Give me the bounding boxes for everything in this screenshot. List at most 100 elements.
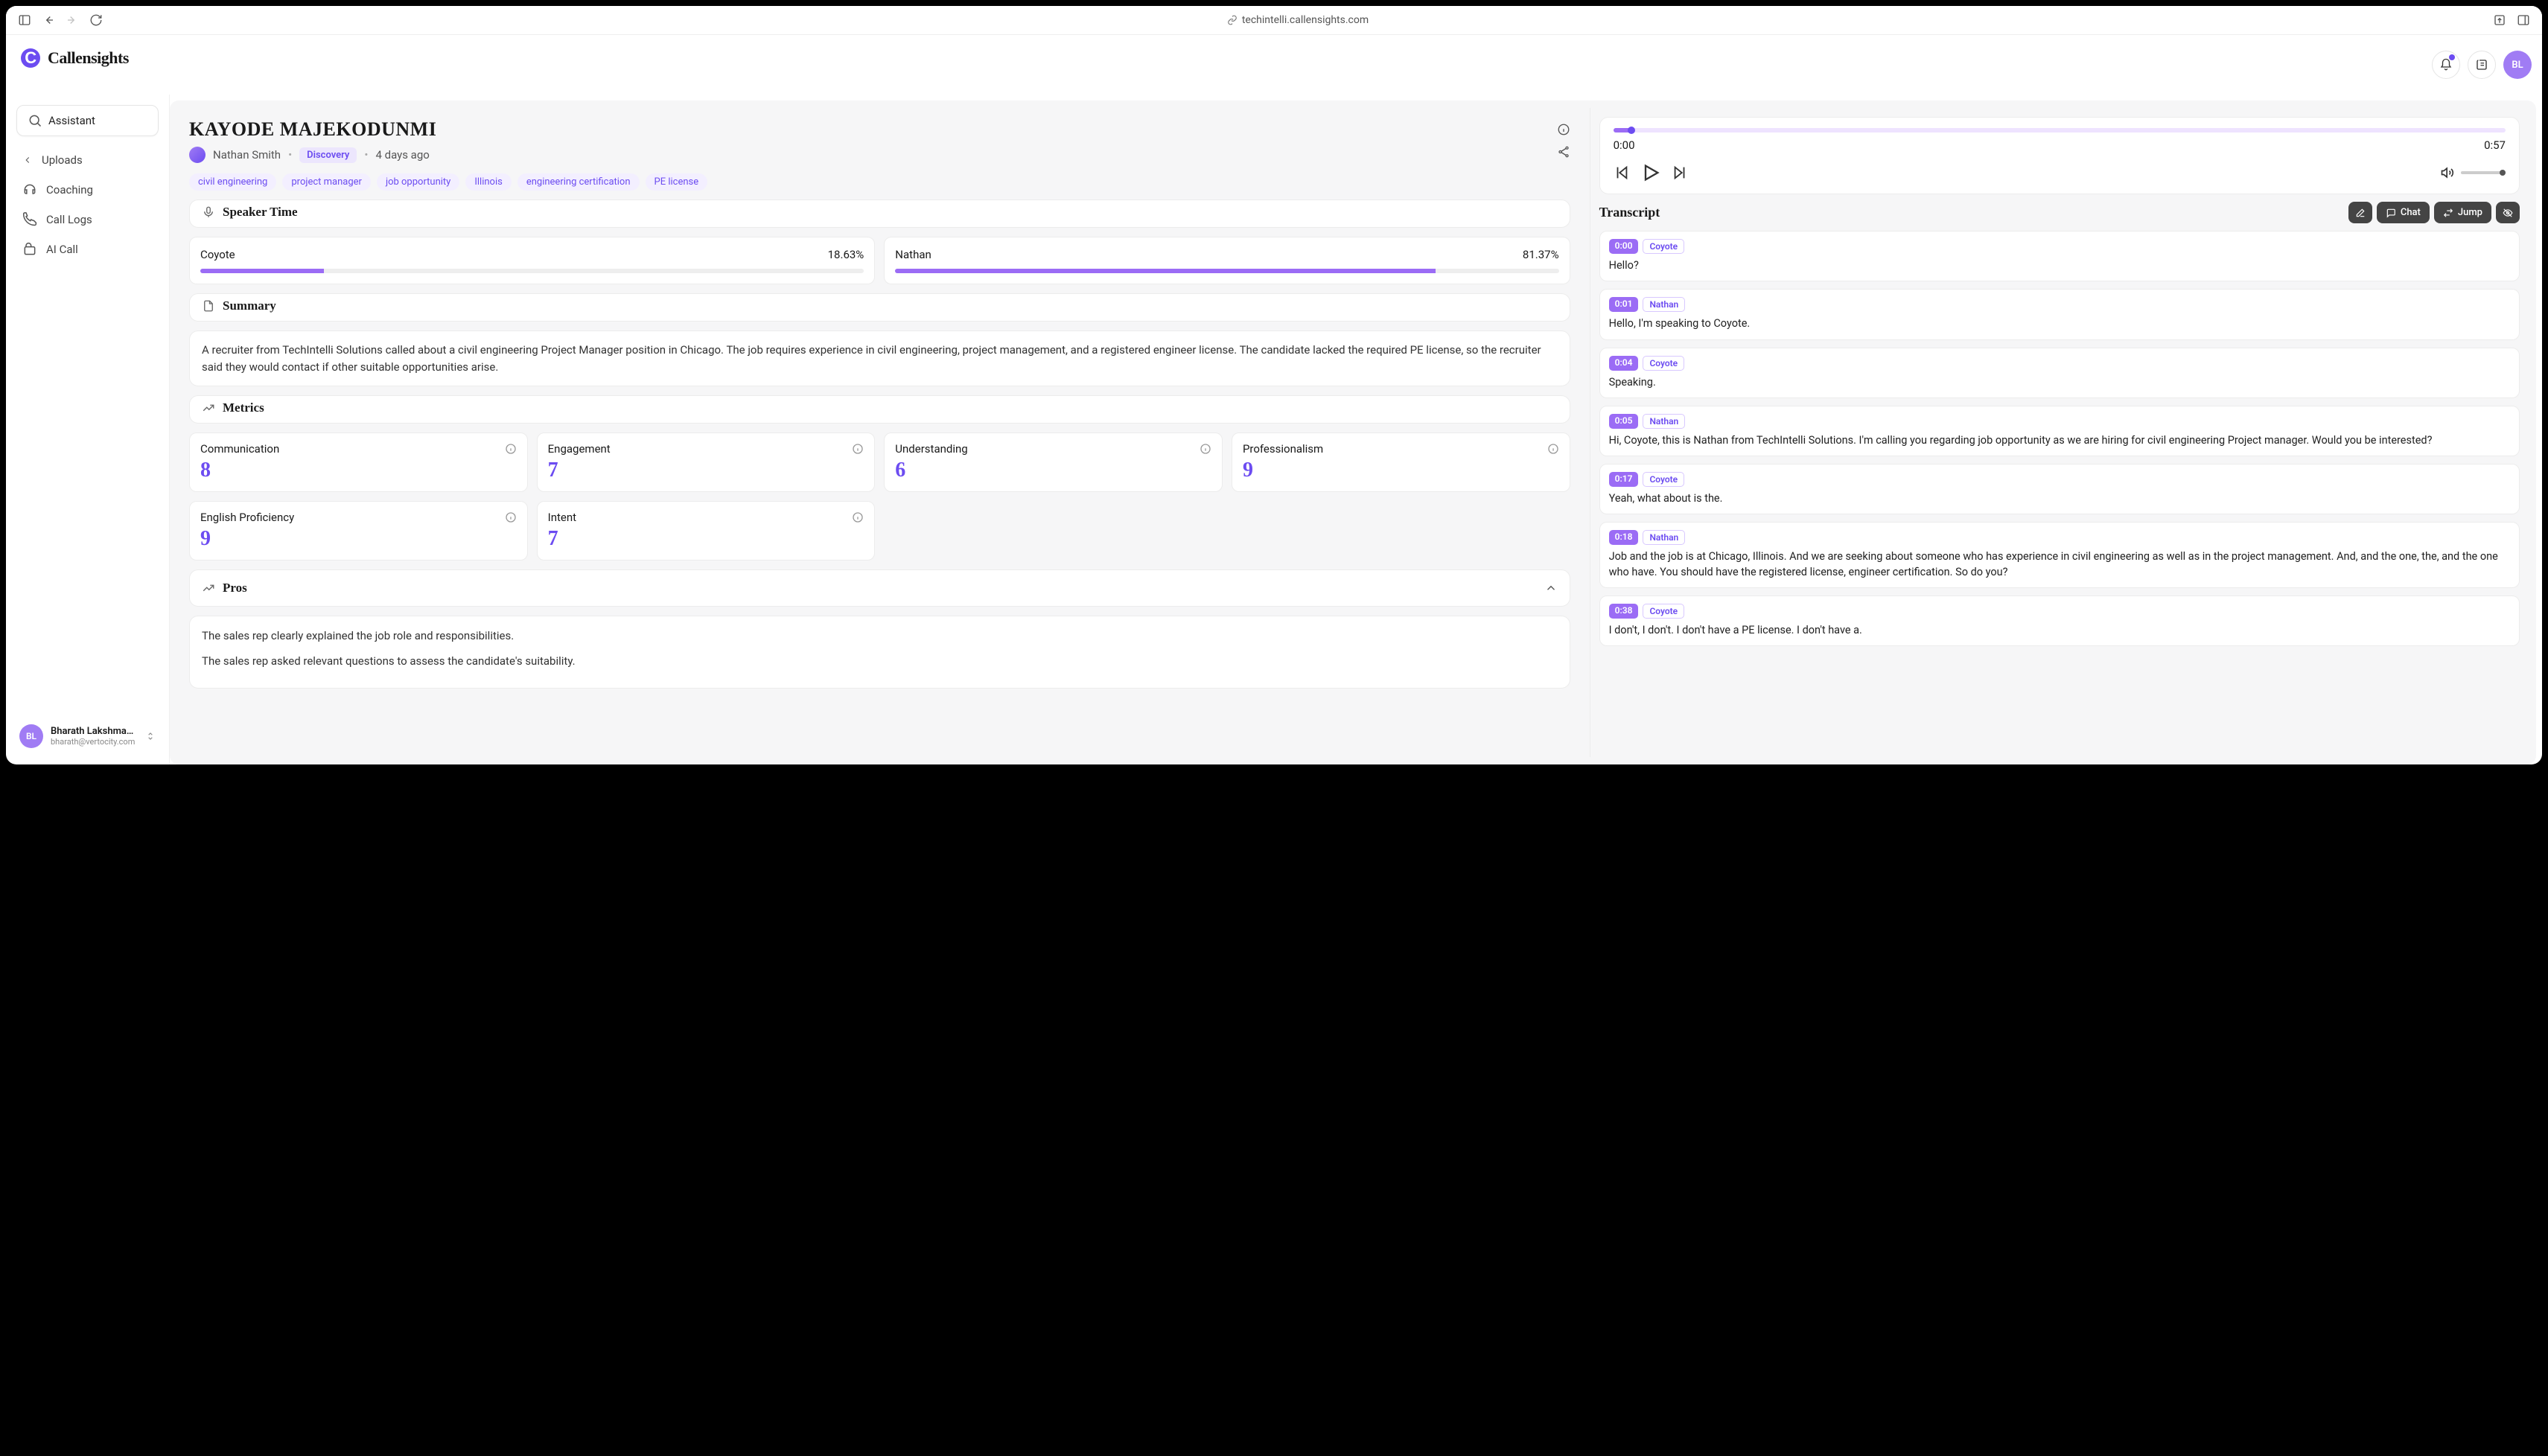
reload-icon[interactable] <box>89 13 103 27</box>
jump-button[interactable]: Jump <box>2434 202 2491 223</box>
transcript-time: 0:04 <box>1609 356 1639 371</box>
transcript-speaker: Coyote <box>1643 356 1684 371</box>
share-call-icon[interactable] <box>1557 145 1570 159</box>
prev-track-icon[interactable] <box>1614 165 1630 181</box>
sidebar-item-coaching[interactable]: Coaching <box>16 175 159 205</box>
speaker-card: Nathan 81.37% <box>884 237 1570 284</box>
metric-label: Communication <box>200 442 279 456</box>
info-icon[interactable] <box>1547 443 1559 455</box>
sidebar-item-call-logs[interactable]: Call Logs <box>16 205 159 234</box>
nav-back-icon[interactable] <box>42 13 55 27</box>
sidebar-back-uploads[interactable]: Uploads <box>16 145 159 175</box>
pro-item: The sales rep asked relevant questions t… <box>202 652 1558 670</box>
sidebar-item-label: Call Logs <box>46 213 92 226</box>
sidebar-item-ai-call[interactable]: AI Call <box>16 234 159 264</box>
pros-heading: Pros <box>223 581 247 596</box>
transcript-text: Job and the job is at Chicago, Illinois.… <box>1609 549 2510 580</box>
call-time: 4 days ago <box>375 148 429 162</box>
metric-label: English Proficiency <box>200 511 294 524</box>
tag[interactable]: civil engineering <box>189 173 276 191</box>
info-icon[interactable] <box>505 443 517 455</box>
assistant-button[interactable]: Assistant <box>16 105 159 136</box>
transcript-entry[interactable]: 0:04 Coyote Speaking. <box>1599 348 2520 398</box>
speaker-bar <box>895 269 1558 273</box>
transcript-speaker: Coyote <box>1643 239 1684 254</box>
play-icon[interactable] <box>1640 162 1661 183</box>
transcript-time: 0:01 <box>1609 297 1639 312</box>
transcript-heading: Transcript <box>1599 205 1660 220</box>
user-menu[interactable]: BL Bharath Lakshman ... bharath@vertocit… <box>16 718 159 754</box>
sidebar-back-label: Uploads <box>42 153 83 167</box>
volume-icon[interactable] <box>2440 165 2455 180</box>
metric-card: Communication 8 <box>189 432 528 492</box>
metric-label: Engagement <box>548 442 611 456</box>
panel-icon[interactable] <box>2517 13 2530 27</box>
brand-name: Callensights <box>48 48 129 68</box>
volume-slider[interactable] <box>2461 171 2506 174</box>
header-avatar[interactable]: BL <box>2503 51 2532 79</box>
tag[interactable]: job opportunity <box>377 173 459 191</box>
audio-player: 0:00 0:57 <box>1599 117 2520 194</box>
metrics-heading: Metrics <box>223 400 264 415</box>
user-email: bharath@vertocity.com <box>51 737 138 747</box>
tag[interactable]: engineering certification <box>517 173 640 191</box>
pros-list: The sales rep clearly explained the job … <box>202 627 1558 670</box>
url-bar[interactable]: techintelli.callensights.com <box>112 14 2484 26</box>
tag[interactable]: Illinois <box>465 173 511 191</box>
info-icon[interactable] <box>1200 443 1211 455</box>
metric-value: 6 <box>895 459 1211 482</box>
hide-transcript-button[interactable] <box>2496 202 2520 223</box>
info-icon[interactable] <box>1557 123 1570 136</box>
rep-avatar <box>189 147 206 163</box>
browser-chrome: techintelli.callensights.com <box>6 6 2542 35</box>
edit-transcript-button[interactable] <box>2348 202 2372 223</box>
metric-value: 9 <box>1243 459 1559 482</box>
transcript-entry[interactable]: 0:18 Nathan Job and the job is at Chicag… <box>1599 522 2520 588</box>
notifications-button[interactable] <box>2432 51 2460 79</box>
scroll-icon <box>2475 58 2488 71</box>
docs-button[interactable] <box>2468 51 2496 79</box>
transcript-entry[interactable]: 0:17 Coyote Yeah, what about is the. <box>1599 464 2520 514</box>
chart-icon <box>202 401 215 415</box>
speaker-card: Coyote 18.63% <box>189 237 875 284</box>
tag[interactable]: project manager <box>282 173 371 191</box>
transcript-entry[interactable]: 0:38 Coyote I don't, I don't. I don't ha… <box>1599 596 2520 646</box>
next-track-icon[interactable] <box>1672 165 1688 181</box>
speaker-name: Nathan <box>895 248 931 261</box>
phone-icon <box>22 212 37 227</box>
metric-grid: Communication 8 Engagement 7 Understandi… <box>189 432 1570 561</box>
info-icon[interactable] <box>852 511 864 523</box>
chevron-updown-icon <box>145 731 156 741</box>
transcript-text: I don't, I don't. I don't have a PE lice… <box>1609 623 2510 638</box>
chevron-up-icon[interactable] <box>1544 581 1558 595</box>
brand[interactable]: C Callensights <box>16 45 159 71</box>
share-icon[interactable] <box>2493 13 2506 27</box>
transcript-time: 0:18 <box>1609 530 1639 545</box>
speaker-percent: 81.37% <box>1523 248 1559 261</box>
sidebar-toggle-icon[interactable] <box>18 13 31 27</box>
metric-card: English Proficiency 9 <box>189 501 528 561</box>
chevron-left-icon <box>22 153 33 167</box>
transcript-text: Hi, Coyote, this is Nathan from TechInte… <box>1609 433 2510 448</box>
speaker-bar <box>200 269 864 273</box>
info-icon[interactable] <box>505 511 517 523</box>
brand-logo-icon: C <box>21 48 40 68</box>
info-icon[interactable] <box>852 443 864 455</box>
progress-bar[interactable] <box>1614 128 2506 132</box>
metric-value: 8 <box>200 459 517 482</box>
nav-forward-icon <box>66 13 79 27</box>
metric-card: Engagement 7 <box>537 432 876 492</box>
transcript-entry[interactable]: 0:01 Nathan Hello, I'm speaking to Coyot… <box>1599 289 2520 339</box>
summary-heading: Summary <box>223 298 276 313</box>
chat-button[interactable]: Chat <box>2377 202 2430 223</box>
metric-card: Professionalism 9 <box>1232 432 1570 492</box>
transcript-speaker: Nathan <box>1643 530 1685 545</box>
tag[interactable]: PE license <box>646 173 708 191</box>
transcript-text: Hello? <box>1609 258 2510 273</box>
trending-up-icon <box>202 581 215 595</box>
speaker-grid: Coyote 18.63% Nathan 81.37% <box>189 237 1570 284</box>
transcript-entry[interactable]: 0:05 Nathan Hi, Coyote, this is Nathan f… <box>1599 406 2520 456</box>
transcript-entry[interactable]: 0:00 Coyote Hello? <box>1599 231 2520 281</box>
transcript-text: Hello, I'm speaking to Coyote. <box>1609 316 2510 331</box>
metric-label: Understanding <box>895 442 967 456</box>
